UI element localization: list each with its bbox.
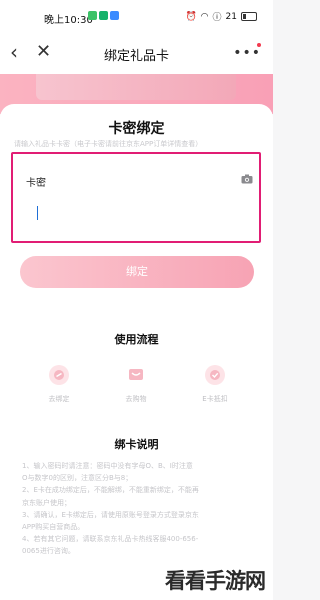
instruction-line: 4、若有其它问题，请联系京东礼品卡热线客服400-656- (22, 535, 199, 544)
camera-icon[interactable] (241, 174, 253, 184)
bind-hint: 请输入礼品卡卡密（电子卡密请前往京东APP订单详情查看） (14, 140, 203, 148)
battery-level: 21 (225, 11, 237, 22)
status-right: ⏰ ◠ ⓘ 21 (185, 10, 257, 23)
status-bar: 晚上10:30 ⏰ ◠ ⓘ 21 (0, 0, 273, 34)
instruction-line: 2、E卡在成功绑定后，不能解绑，不能重新绑定，不能再 (22, 486, 199, 495)
watermark: 看看手游网 (165, 568, 266, 593)
alarm-icon: ⏰ (185, 11, 197, 22)
process-step: 去购物 (108, 365, 164, 404)
mute-icon: ⓘ (212, 13, 222, 23)
process-step-label: 去绑定 (48, 395, 70, 403)
instruction-line: 3、请确认，E卡绑定后，请使用原账号登录方式登录京东 (22, 510, 199, 519)
cart-icon (126, 365, 146, 385)
instruction-line: 0065进行咨询。 (22, 547, 75, 556)
app-notification-icon (110, 11, 119, 20)
process-step-label: E卡抵扣 (202, 395, 228, 403)
battery-icon (241, 12, 257, 21)
bind-title: 卡密绑定 (108, 121, 165, 137)
instructions-text: 1、输入密码时请注意：密码中没有字母O、B、I时注意 O与数字0的区别，注意区分… (22, 460, 257, 558)
instruction-line: 京东账户使用； (22, 498, 71, 507)
instruction-line: APP购买自营商品。 (22, 523, 85, 532)
check-icon (205, 365, 225, 385)
bind-button[interactable]: 绑定 (20, 256, 254, 288)
text-cursor (37, 206, 38, 220)
process-title: 使用流程 (114, 333, 159, 346)
card-code-input-box[interactable]: 卡密 (11, 152, 261, 243)
instructions-title: 绑卡说明 (114, 438, 159, 451)
more-icon[interactable]: ••• (233, 46, 261, 60)
status-app-icons (88, 11, 119, 20)
card-code-label: 卡密 (26, 178, 46, 189)
status-time: 晚上10:30 (44, 15, 93, 26)
wifi-icon: ◠ (200, 11, 209, 22)
instruction-line: 1、输入密码时请注意：密码中没有字母O、B、I时注意 (22, 462, 193, 470)
process-step: E卡抵扣 (187, 365, 243, 404)
instruction-line: O与数字0的区别，注意区分B与8； (22, 474, 133, 483)
process-step: 去绑定 (31, 365, 87, 404)
process-step-label: 去购物 (125, 395, 147, 403)
page-title: 绑定礼品卡 (103, 49, 169, 64)
app-notification-icon (99, 11, 108, 20)
app-notification-icon (88, 11, 97, 20)
link-icon (49, 365, 69, 385)
gift-card-graphic (36, 74, 236, 100)
nav-bar: ‹ ✕ 绑定礼品卡 ••• (0, 34, 273, 74)
